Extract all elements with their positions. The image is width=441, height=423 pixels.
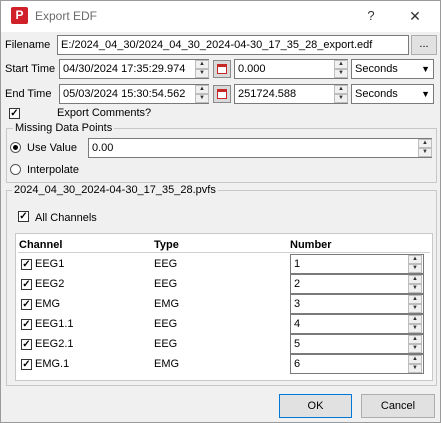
- close-button[interactable]: ✕: [404, 6, 426, 26]
- channel-name: EEG1.1: [35, 318, 74, 330]
- spin-up-icon[interactable]: ▲: [334, 60, 348, 69]
- channel-checkbox[interactable]: ✓: [21, 259, 32, 270]
- channel-column-header: Channel: [19, 239, 63, 251]
- channel-number-spinner[interactable]: ▲ ▼: [408, 295, 422, 313]
- channel-checkbox[interactable]: ✓: [21, 359, 32, 370]
- spin-down-icon[interactable]: ▼: [195, 69, 209, 78]
- chevron-down-icon: ▼: [421, 89, 430, 99]
- spin-up-icon[interactable]: ▲: [408, 355, 422, 364]
- channel-number-spinner[interactable]: ▲ ▼: [408, 335, 422, 353]
- use-value-spinner[interactable]: ▲ ▼: [418, 139, 432, 157]
- start-datetime-spinner[interactable]: ▲ ▼: [195, 60, 209, 78]
- start-seconds-input[interactable]: 0.000: [234, 59, 348, 79]
- chevron-down-icon: ▼: [421, 64, 430, 74]
- channel-number-spinner[interactable]: ▲ ▼: [408, 275, 422, 293]
- channel-type: EEG: [154, 338, 178, 350]
- channel-type: EMG: [154, 358, 180, 370]
- channel-name: EMG: [35, 298, 61, 310]
- spin-up-icon[interactable]: ▲: [195, 60, 209, 69]
- start-seconds-spinner[interactable]: ▲ ▼: [334, 60, 348, 78]
- channel-number-input[interactable]: 4: [290, 314, 424, 334]
- end-seconds-input[interactable]: 251724.588: [234, 84, 348, 104]
- start-calendar-icon[interactable]: [213, 60, 231, 78]
- channel-number-input[interactable]: 1: [290, 254, 424, 274]
- spin-up-icon[interactable]: ▲: [334, 85, 348, 94]
- spin-up-icon[interactable]: ▲: [418, 139, 432, 148]
- browse-button[interactable]: ...: [411, 35, 437, 55]
- start-unit-select[interactable]: Seconds ▼: [351, 59, 434, 79]
- channel-number-input[interactable]: 2: [290, 274, 424, 294]
- channel-type: EEG: [154, 278, 178, 290]
- spin-down-icon[interactable]: ▼: [408, 284, 422, 293]
- spin-down-icon[interactable]: ▼: [408, 344, 422, 353]
- spin-down-icon[interactable]: ▼: [334, 94, 348, 103]
- end-time-label: End Time: [5, 88, 52, 100]
- start-unit-value: Seconds: [355, 63, 398, 75]
- channel-type: EEG: [154, 318, 178, 330]
- window-title: Export EDF: [35, 9, 98, 23]
- filename-input[interactable]: E:/2024_04_30/2024_04_30_2024-04-30_17_3…: [57, 35, 409, 55]
- channel-type: EMG: [154, 298, 180, 310]
- filename-label: Filename: [5, 39, 51, 51]
- number-column-header: Number: [290, 239, 332, 251]
- all-channels-checkbox[interactable]: ✓: [18, 211, 29, 222]
- export-edf-dialog: P Export EDF ? ✕ Filename E:/2024_04_30/…: [0, 0, 441, 423]
- use-value-radio[interactable]: [10, 142, 21, 153]
- interpolate-radio[interactable]: [10, 164, 21, 175]
- spin-down-icon[interactable]: ▼: [334, 69, 348, 78]
- export-comments-label: Export Comments?: [57, 107, 152, 119]
- channel-number-input[interactable]: 5: [290, 334, 424, 354]
- channel-checkbox[interactable]: ✓: [21, 279, 32, 290]
- spin-up-icon[interactable]: ▲: [408, 315, 422, 324]
- channel-name: EMG.1: [35, 358, 70, 370]
- interpolate-label: Interpolate: [27, 164, 79, 176]
- channel-checkbox[interactable]: ✓: [21, 339, 32, 350]
- channel-checkbox[interactable]: ✓: [21, 319, 32, 330]
- spin-down-icon[interactable]: ▼: [418, 148, 432, 157]
- end-unit-value: Seconds: [355, 88, 398, 100]
- channel-name: EEG1: [35, 258, 65, 270]
- all-channels-label: All Channels: [35, 212, 97, 224]
- channel-type: EEG: [154, 258, 178, 270]
- export-comments-checkbox[interactable]: ✓: [9, 108, 20, 119]
- cancel-button[interactable]: Cancel: [361, 394, 435, 418]
- app-logo-icon: P: [11, 7, 28, 24]
- spin-down-icon[interactable]: ▼: [408, 264, 422, 273]
- use-value-label: Use Value: [27, 142, 77, 154]
- title-bar: P Export EDF ? ✕: [1, 1, 440, 32]
- channel-number-spinner[interactable]: ▲ ▼: [408, 355, 422, 373]
- channel-number-input[interactable]: 6: [290, 354, 424, 374]
- use-value-input[interactable]: 0.00: [88, 138, 432, 158]
- ok-button[interactable]: OK: [279, 394, 352, 418]
- spin-up-icon[interactable]: ▲: [408, 255, 422, 264]
- end-datetime-spinner[interactable]: ▲ ▼: [195, 85, 209, 103]
- spin-down-icon[interactable]: ▼: [195, 94, 209, 103]
- channel-name: EEG2.1: [35, 338, 74, 350]
- channel-name: EEG2: [35, 278, 65, 290]
- spin-down-icon[interactable]: ▼: [408, 304, 422, 313]
- spin-up-icon[interactable]: ▲: [408, 335, 422, 344]
- end-datetime-input[interactable]: 05/03/2024 15:30:54.562: [59, 84, 209, 104]
- header-divider: [18, 252, 430, 253]
- channel-number-input[interactable]: 3: [290, 294, 424, 314]
- start-datetime-input[interactable]: 04/30/2024 17:35:29.974: [59, 59, 209, 79]
- missing-data-title: Missing Data Points: [13, 122, 115, 134]
- file-group-title: 2024_04_30_2024-04-30_17_35_28.pvfs: [12, 184, 218, 196]
- spin-up-icon[interactable]: ▲: [195, 85, 209, 94]
- spin-down-icon[interactable]: ▼: [408, 364, 422, 373]
- channel-checkbox[interactable]: ✓: [21, 299, 32, 310]
- end-calendar-icon[interactable]: [213, 85, 231, 103]
- channel-number-spinner[interactable]: ▲ ▼: [408, 255, 422, 273]
- spin-up-icon[interactable]: ▲: [408, 275, 422, 284]
- end-seconds-spinner[interactable]: ▲ ▼: [334, 85, 348, 103]
- channel-number-spinner[interactable]: ▲ ▼: [408, 315, 422, 333]
- spin-down-icon[interactable]: ▼: [408, 324, 422, 333]
- help-button[interactable]: ?: [362, 7, 380, 25]
- spin-up-icon[interactable]: ▲: [408, 295, 422, 304]
- start-time-label: Start Time: [5, 63, 56, 75]
- end-unit-select[interactable]: Seconds ▼: [351, 84, 434, 104]
- type-column-header: Type: [154, 239, 179, 251]
